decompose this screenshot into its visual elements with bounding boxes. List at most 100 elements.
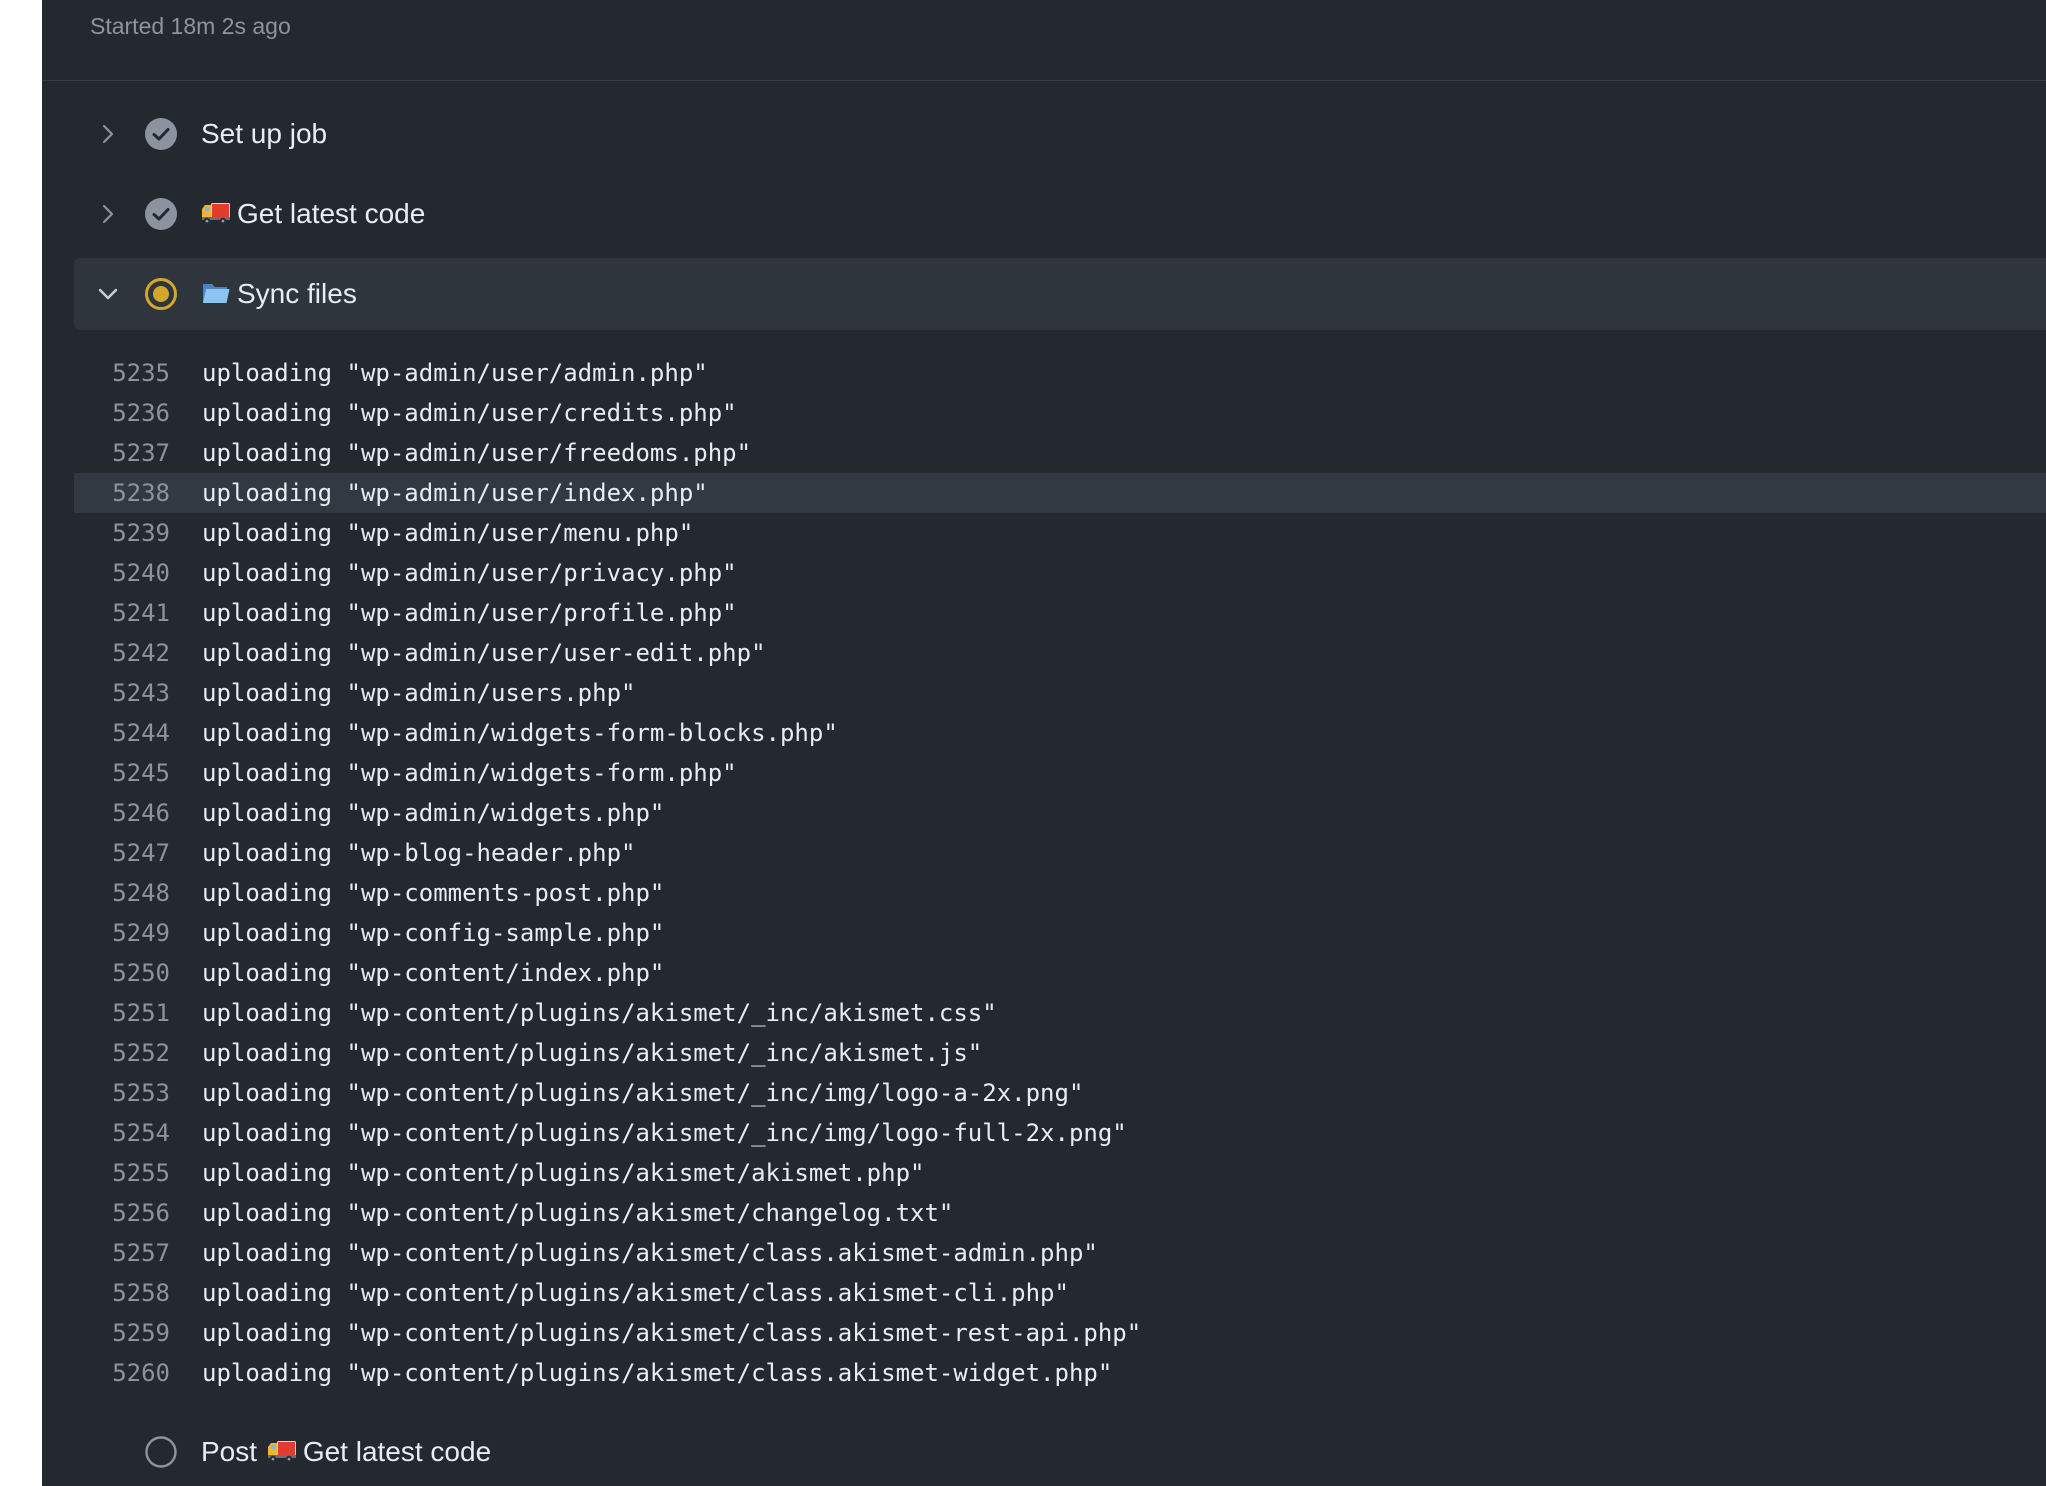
log-line-text: uploading "wp-admin/user/freedoms.php" bbox=[202, 439, 752, 467]
log-line[interactable]: 5254 uploading "wp-content/plugins/akisme… bbox=[74, 1113, 2046, 1153]
in-progress-icon bbox=[145, 278, 177, 310]
log-line-number[interactable]: 5260 bbox=[74, 1353, 170, 1393]
log-line[interactable]: 5249 uploading "wp-config-sample.php" bbox=[74, 913, 2046, 953]
log-line[interactable]: 5235 uploading "wp-admin/user/admin.php" bbox=[74, 353, 2046, 393]
truck-icon bbox=[267, 1441, 296, 1463]
log-line-text: uploading "wp-comments-post.php" bbox=[202, 879, 665, 907]
log-line-number[interactable]: 5236 bbox=[74, 393, 170, 433]
log-line[interactable]: 5244 uploading "wp-admin/widgets-form-blo… bbox=[74, 713, 2046, 753]
log-line[interactable]: 5251 uploading "wp-content/plugins/akisme… bbox=[74, 993, 2046, 1033]
step-title-prefix: Post bbox=[201, 1436, 258, 1467]
log-line-number[interactable]: 5256 bbox=[74, 1193, 170, 1233]
log-line[interactable]: 5240 uploading "wp-admin/user/privacy.php… bbox=[74, 553, 2046, 593]
step-set-up-job[interactable]: Set up job bbox=[74, 98, 2046, 170]
log-line-text: uploading "wp-admin/user/credits.php" bbox=[202, 399, 737, 427]
log-line-number[interactable]: 5253 bbox=[74, 1073, 170, 1113]
job-started-time: Started 18m 2s ago bbox=[90, 13, 291, 39]
log-line-number[interactable]: 5252 bbox=[74, 1033, 170, 1073]
log-line-number[interactable]: 5248 bbox=[74, 873, 170, 913]
folder-icon bbox=[203, 284, 230, 303]
step-title-text: Get latest code bbox=[302, 1436, 492, 1467]
log-line[interactable]: 5259 uploading "wp-content/plugins/akisme… bbox=[74, 1313, 2046, 1353]
log-line-text: uploading "wp-admin/users.php" bbox=[202, 679, 636, 707]
log-line[interactable]: 5242 uploading "wp-admin/user/user-edit.p… bbox=[74, 633, 2046, 673]
log-line-number[interactable]: 5241 bbox=[74, 593, 170, 633]
log-line[interactable]: 5257 uploading "wp-content/plugins/akisme… bbox=[74, 1233, 2046, 1273]
log-line-text: uploading "wp-content/plugins/akismet/cl… bbox=[202, 1239, 1098, 1267]
log-line-text: uploading "wp-content/plugins/akismet/ch… bbox=[202, 1199, 954, 1227]
log-line-number[interactable]: 5239 bbox=[74, 513, 170, 553]
log-line[interactable]: 5253 uploading "wp-content/plugins/akisme… bbox=[74, 1073, 2046, 1113]
log-line-text: uploading "wp-content/index.php" bbox=[202, 959, 665, 987]
log-line-number[interactable]: 5250 bbox=[74, 953, 170, 993]
log-line-number[interactable]: 5240 bbox=[74, 553, 170, 593]
log-line-number[interactable]: 5254 bbox=[74, 1113, 170, 1153]
log-line[interactable]: 5260 uploading "wp-content/plugins/akisme… bbox=[74, 1353, 2046, 1393]
log-line-text: uploading "wp-blog-header.php" bbox=[202, 839, 636, 867]
log-line-number[interactable]: 5246 bbox=[74, 793, 170, 833]
log-line-number[interactable]: 5257 bbox=[74, 1233, 170, 1273]
log-line[interactable]: 5247 uploading "wp-blog-header.php" bbox=[74, 833, 2046, 873]
step-title-text: Set up job bbox=[201, 118, 328, 149]
log-line-number[interactable]: 5258 bbox=[74, 1273, 170, 1313]
log-line-text: uploading "wp-admin/widgets.php" bbox=[202, 799, 665, 827]
log-line-text: uploading "wp-content/plugins/akismet/_i… bbox=[202, 999, 997, 1027]
log-line[interactable]: 5248 uploading "wp-comments-post.php" bbox=[74, 873, 2046, 913]
log-line-number[interactable]: 5242 bbox=[74, 633, 170, 673]
log-line[interactable]: 5252 uploading "wp-content/plugins/akisme… bbox=[74, 1033, 2046, 1073]
log-line-text: uploading "wp-content/plugins/akismet/_i… bbox=[202, 1079, 1084, 1107]
log-line-number[interactable]: 5255 bbox=[74, 1153, 170, 1193]
step-title: Get latest code bbox=[201, 198, 425, 230]
chevron-right-icon[interactable] bbox=[96, 122, 120, 146]
log-line-text: uploading "wp-content/plugins/akismet/cl… bbox=[202, 1279, 1069, 1307]
log-line-number[interactable]: 5238 bbox=[74, 473, 170, 513]
log-line-number[interactable]: 5235 bbox=[74, 353, 170, 393]
log-line[interactable]: 5258 uploading "wp-content/plugins/akisme… bbox=[74, 1273, 2046, 1313]
log-line-number[interactable]: 5251 bbox=[74, 993, 170, 1033]
log-line-text: uploading "wp-admin/user/profile.php" bbox=[202, 599, 737, 627]
log-line-text: uploading "wp-content/plugins/akismet/_i… bbox=[202, 1039, 983, 1067]
log-line-number[interactable]: 5259 bbox=[74, 1313, 170, 1353]
log-line-text: uploading "wp-admin/widgets-form.php" bbox=[202, 759, 737, 787]
log-line[interactable]: 5250 uploading "wp-content/index.php" bbox=[74, 953, 2046, 993]
chevron-down-icon[interactable] bbox=[96, 282, 120, 306]
log-line-text: uploading "wp-admin/user/admin.php" bbox=[202, 359, 708, 387]
log-line-number[interactable]: 5245 bbox=[74, 753, 170, 793]
log-output: 5235 uploading "wp-admin/user/admin.php" 5… bbox=[74, 353, 2046, 1393]
truck-icon bbox=[202, 203, 230, 225]
chevron-right-icon[interactable] bbox=[96, 202, 120, 226]
log-line[interactable]: 5246 uploading "wp-admin/widgets.php" bbox=[74, 793, 2046, 833]
log-line-number[interactable]: 5247 bbox=[74, 833, 170, 873]
step-sync-files[interactable]: Sync files bbox=[74, 258, 2046, 330]
log-line[interactable]: 5245 uploading "wp-admin/widgets-form.php… bbox=[74, 753, 2046, 793]
log-line-text: uploading "wp-admin/widgets-form-blocks.… bbox=[202, 719, 838, 747]
step-title: Post Get latest code bbox=[201, 1436, 491, 1468]
log-line-text: uploading "wp-admin/user/user-edit.php" bbox=[202, 639, 766, 667]
job-log-panel: Started 18m 2s ago Set up job Get latest… bbox=[42, 0, 2046, 1486]
step-post-get-latest-code[interactable]: Post Get latest code bbox=[74, 1416, 2046, 1486]
log-line-number[interactable]: 5249 bbox=[74, 913, 170, 953]
log-line-text: uploading "wp-content/plugins/akismet/cl… bbox=[202, 1359, 1113, 1387]
log-line[interactable]: 5255 uploading "wp-content/plugins/akisme… bbox=[74, 1153, 2046, 1193]
step-title-text: Get latest code bbox=[237, 198, 426, 229]
log-line-text: uploading "wp-admin/user/privacy.php" bbox=[202, 559, 737, 587]
log-line-number[interactable]: 5237 bbox=[74, 433, 170, 473]
step-title: Sync files bbox=[201, 278, 357, 310]
log-line[interactable]: 5256 uploading "wp-content/plugins/akisme… bbox=[74, 1193, 2046, 1233]
check-circle-icon bbox=[145, 118, 177, 150]
log-line-text: uploading "wp-admin/user/index.php" bbox=[202, 479, 708, 507]
log-line[interactable]: 5237 uploading "wp-admin/user/freedoms.ph… bbox=[74, 433, 2046, 473]
log-line-number[interactable]: 5243 bbox=[74, 673, 170, 713]
step-title-text: Sync files bbox=[237, 278, 357, 309]
log-line-text: uploading "wp-content/plugins/akismet/ak… bbox=[202, 1159, 925, 1187]
log-line-number[interactable]: 5244 bbox=[74, 713, 170, 753]
log-line[interactable]: 5236 uploading "wp-admin/user/credits.php… bbox=[74, 393, 2046, 433]
log-line[interactable]: 5239 uploading "wp-admin/user/menu.php" bbox=[74, 513, 2046, 553]
log-line[interactable]: 5238 uploading "wp-admin/user/index.php" bbox=[74, 473, 2046, 513]
log-line[interactable]: 5241 uploading "wp-admin/user/profile.php… bbox=[74, 593, 2046, 633]
step-title: Set up job bbox=[201, 118, 327, 150]
step-get-latest-code[interactable]: Get latest code bbox=[74, 178, 2046, 250]
pending-circle-icon bbox=[145, 1436, 177, 1468]
log-line[interactable]: 5243 uploading "wp-admin/users.php" bbox=[74, 673, 2046, 713]
job-header: Started 18m 2s ago bbox=[42, 0, 2046, 81]
